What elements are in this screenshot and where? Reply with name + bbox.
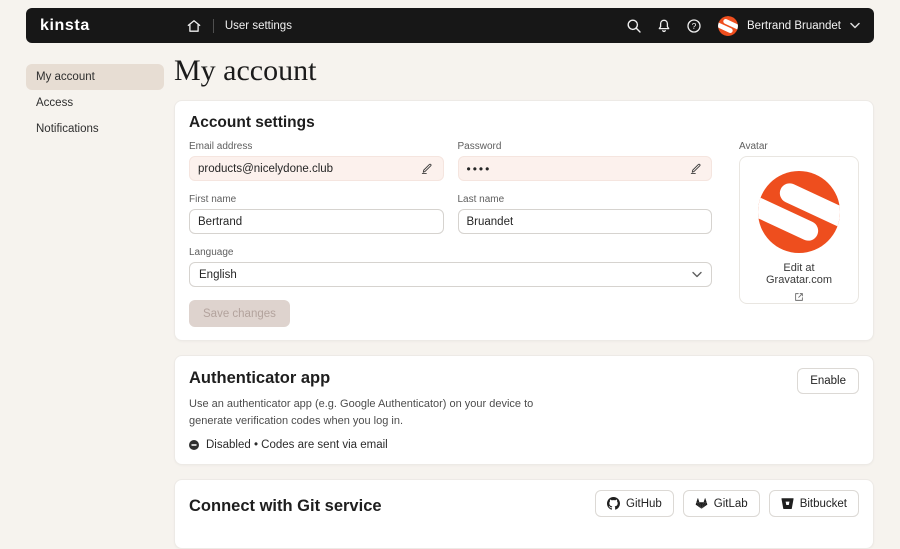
user-name[interactable]: Bertrand Bruandet	[747, 20, 841, 32]
git-button-label: GitHub	[626, 498, 662, 510]
home-icon[interactable]	[186, 18, 202, 34]
topbar-breadcrumb-nav: User settings	[186, 18, 292, 34]
disabled-status-icon	[189, 440, 199, 450]
avatar-label: Avatar	[739, 141, 859, 152]
sidebar-item-label: Notifications	[36, 123, 99, 135]
first-name-input[interactable]	[189, 209, 444, 234]
connect-github-button[interactable]: GitHub	[595, 490, 674, 517]
avatar-image	[758, 171, 840, 253]
chevron-down-icon[interactable]	[850, 22, 860, 29]
first-name-label: First name	[189, 194, 444, 205]
kinsta-logo: kinsta	[40, 17, 90, 35]
sidebar-item-label: Access	[36, 97, 73, 109]
gitlab-icon	[695, 497, 708, 510]
last-name-label: Last name	[458, 194, 713, 205]
gravatar-edit-text: Edit at Gravatar.com	[752, 262, 846, 286]
sidebar-item-my-account[interactable]: My account	[26, 64, 164, 90]
language-label: Language	[189, 247, 712, 258]
sidebar-item-label: My account	[36, 71, 95, 83]
breadcrumb: User settings	[225, 20, 292, 32]
status-text: Disabled • Codes are sent via email	[206, 439, 388, 451]
avatar-section: Avatar Edit at Gravatar.com	[739, 141, 859, 327]
gravatar-edit-link[interactable]: Edit at Gravatar.com	[752, 262, 846, 308]
topbar-divider	[213, 19, 214, 33]
avatar-card: Edit at Gravatar.com	[739, 156, 859, 304]
edit-email-icon[interactable]	[419, 161, 435, 177]
connect-gitlab-button[interactable]: GitLab	[683, 490, 760, 517]
main-content: My account Account settings Email addres…	[174, 52, 874, 549]
language-value: English	[199, 269, 692, 281]
git-service-card: Connect with Git service GitHub	[174, 479, 874, 549]
sidebar-item-access[interactable]: Access	[26, 90, 164, 116]
last-name-input[interactable]	[458, 209, 713, 234]
save-changes-button[interactable]: Save changes	[189, 300, 290, 327]
search-icon[interactable]	[626, 18, 642, 34]
user-avatar[interactable]	[718, 16, 738, 36]
password-label: Password	[458, 141, 713, 152]
email-field[interactable]: products@nicelydone.club	[189, 156, 444, 181]
connect-bitbucket-button[interactable]: Bitbucket	[769, 490, 859, 517]
page-title: My account	[174, 52, 874, 90]
svg-text:?: ?	[692, 21, 697, 31]
authenticator-description: Use an authenticator app (e.g. Google Au…	[189, 396, 579, 429]
edit-password-icon[interactable]	[687, 161, 703, 177]
language-select[interactable]: English	[189, 262, 712, 287]
enable-authenticator-button[interactable]: Enable	[797, 368, 859, 394]
git-button-label: Bitbucket	[800, 498, 847, 510]
bell-icon[interactable]	[656, 18, 672, 34]
external-link-icon	[793, 290, 805, 308]
authenticator-heading: Authenticator app	[189, 369, 859, 388]
authenticator-status: Disabled • Codes are sent via email	[189, 439, 859, 451]
authenticator-card: Authenticator app Enable Use an authenti…	[174, 355, 874, 465]
email-label: Email address	[189, 141, 444, 152]
github-icon	[607, 497, 620, 510]
account-settings-form: Email address products@nicelydone.club	[189, 141, 712, 327]
password-field[interactable]: ••••	[458, 156, 713, 181]
select-chevron-down-icon	[692, 271, 702, 278]
account-settings-heading: Account settings	[189, 114, 859, 132]
topbar: kinsta User settings ?	[26, 8, 874, 43]
settings-sidebar: My account Access Notifications	[26, 64, 164, 142]
sidebar-item-notifications[interactable]: Notifications	[26, 116, 164, 142]
bitbucket-icon	[781, 497, 794, 510]
email-value: products@nicelydone.club	[198, 163, 419, 175]
password-value: ••••	[467, 162, 688, 176]
git-button-label: GitLab	[714, 498, 748, 510]
help-icon[interactable]: ?	[686, 18, 702, 34]
account-settings-card: Account settings Email address products@…	[174, 100, 874, 341]
